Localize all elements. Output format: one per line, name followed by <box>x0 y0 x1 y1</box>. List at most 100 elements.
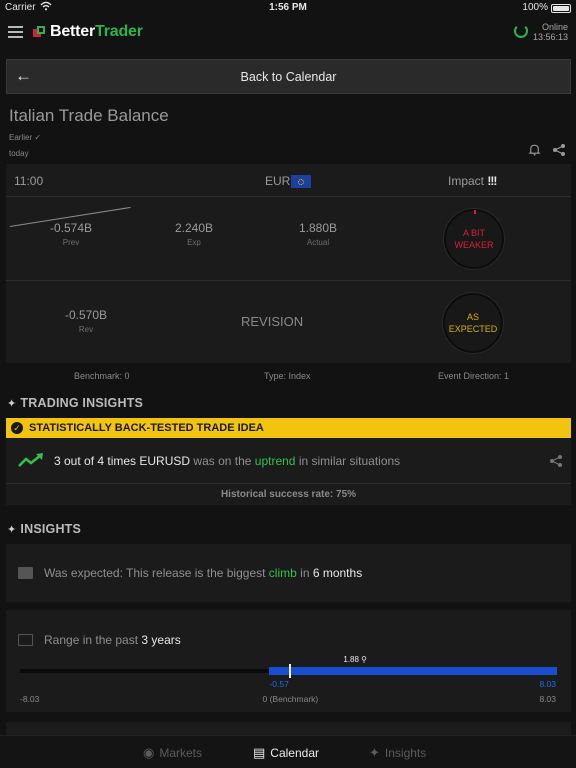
prev-cell: -0.574B Prev <box>21 221 121 247</box>
revision-label: REVISION <box>241 314 304 329</box>
battery-icon <box>551 4 571 13</box>
values-row: -0.574B Prev 2.240B Exp 1.880B Actual A … <box>6 198 571 281</box>
exp-cell: 2.240B Exp <box>144 221 244 247</box>
insight-card-expected[interactable]: Was expected: This release is the bigges… <box>6 544 571 602</box>
tab-calendar[interactable]: ▤ Calendar <box>253 745 319 761</box>
insight1-part-c: in <box>296 566 313 580</box>
exp-value: 2.240B <box>174 221 214 235</box>
insights-title: INSIGHTS <box>20 522 82 536</box>
event-data-panel: 11:00 EUR Impact !!! -0.574B Prev 2.240B… <box>6 164 571 363</box>
calendar-icon: ▤ <box>253 745 266 760</box>
direction-label: Event Direction: 1 <box>438 371 510 381</box>
brand-logo: BetterTrader <box>33 23 143 41</box>
logo-mark-icon <box>33 25 46 39</box>
revision-gauge: AS EXPECTED <box>443 293 503 353</box>
wand-icon: ✦ <box>369 745 380 760</box>
trade-idea-banner: ✓ STATISTICALLY BACK-TESTED TRADE IDEA <box>6 418 571 438</box>
online-time: 13:56:13 <box>532 32 568 42</box>
impact-indicator: Impact !!! <box>448 174 497 188</box>
wand-icon: ✦ <box>7 398 17 410</box>
brand-trader: Trader <box>95 23 143 40</box>
insight1-part-a: Was expected: This release is the bigges… <box>44 566 269 580</box>
actual-value: 1.880B <box>298 221 338 235</box>
app-header: BetterTrader Online 13:56:13 <box>0 16 576 50</box>
share-trade-icon[interactable] <box>549 454 563 468</box>
check-circle-icon: ✓ <box>11 422 23 434</box>
currency-label: EUR <box>265 174 291 188</box>
impact-label: Impact <box>448 174 485 188</box>
actual-gauge-text: A BIT WEAKER <box>454 228 494 250</box>
bell-icon[interactable] <box>528 143 541 156</box>
actual-gauge: A BIT WEAKER <box>444 209 504 269</box>
event-time: 11:00 <box>14 174 44 188</box>
insight1-part-b: climb <box>268 566 297 580</box>
bottom-tab-bar: ◉ Markets ▤ Calendar ✦ Insights <box>0 735 576 768</box>
trade-idea-card[interactable]: 3 out of 4 times EURUSD was on the uptre… <box>6 438 571 505</box>
globe-icon: ◉ <box>143 745 155 760</box>
eu-flag-icon <box>291 175 311 188</box>
gauge-tick <box>474 210 476 214</box>
range-current-label: 1.88 ⚲ <box>343 655 367 664</box>
wand-icon: ✦ <box>7 524 17 536</box>
trade-idea-text: 3 out of 4 times EURUSD was on the uptre… <box>54 454 400 468</box>
actual-cell: 1.880B Actual <box>268 221 368 247</box>
range-max-label: 8.03 <box>539 694 556 704</box>
trade-idea-part1: 3 out of 4 times EURUSD <box>54 454 191 468</box>
menu-icon[interactable] <box>8 26 23 38</box>
back-label: Back to Calendar <box>240 70 337 84</box>
status-bar: Carrier 1:56 PM 100% <box>0 0 576 16</box>
prev-label: Prev <box>62 238 80 247</box>
tab-markets-label: Markets <box>159 746 203 760</box>
tab-calendar-label: Calendar <box>270 746 319 760</box>
benchmark-label: Benchmark: 0 <box>74 371 130 381</box>
range-fill-end-label: 8.03 <box>539 679 556 689</box>
rev-value: -0.570B <box>64 308 108 322</box>
insight-expected-text: Was expected: This release is the bigges… <box>44 566 362 580</box>
trading-insights-title: TRADING INSIGHTS <box>20 396 144 410</box>
battery-percent: 100% <box>522 2 548 13</box>
page-title: Italian Trade Balance <box>9 106 169 125</box>
event-header-row: 11:00 EUR Impact !!! <box>6 164 571 197</box>
divider <box>6 483 571 484</box>
trade-idea-banner-text: STATISTICALLY BACK-TESTED TRADE IDEA <box>29 422 264 434</box>
online-status: Online 13:56:13 <box>533 22 568 42</box>
uptrend-icon <box>18 453 43 467</box>
success-rate: Historical success rate: 75% <box>220 489 357 500</box>
type-label: Type: Index <box>264 371 311 381</box>
insight1-part-d: 6 months <box>312 566 363 580</box>
rev-label: Rev <box>78 325 94 334</box>
range-fill <box>269 667 557 675</box>
clock: 1:56 PM <box>269 2 307 13</box>
rev-cell: -0.570B Rev <box>36 308 136 334</box>
online-label: Online <box>541 22 568 32</box>
share-icon[interactable] <box>552 143 566 157</box>
tab-markets[interactable]: ◉ Markets <box>143 745 202 761</box>
prev-value: -0.574B <box>49 221 93 235</box>
inbox-icon <box>18 567 33 579</box>
trading-insights-heading: ✦ TRADING INSIGHTS <box>7 396 143 410</box>
insights-heading: ✦ INSIGHTS <box>7 522 81 536</box>
range-min-label: -8.03 <box>20 694 40 704</box>
back-to-calendar-button[interactable]: ← Back to Calendar <box>6 59 571 94</box>
range-benchmark-label: 0 (Benchmark) <box>262 694 319 704</box>
trade-idea-part2: was on the <box>190 454 255 468</box>
trade-idea-part4: in similar situations <box>295 454 401 468</box>
tab-insights[interactable]: ✦ Insights <box>369 745 426 761</box>
earlier-label: Earlier ✓ <box>9 133 42 142</box>
inbox-outline-icon <box>18 634 33 646</box>
insight2-part-b: 3 years <box>141 633 181 647</box>
revision-gauge-text: AS EXPECTED <box>448 312 498 334</box>
actual-label: Actual <box>306 238 330 247</box>
sync-icon <box>514 24 528 38</box>
range-prev-label: -0.57 <box>269 679 289 689</box>
insight2-part-a: Range in the past <box>44 633 142 647</box>
tab-insights-label: Insights <box>384 746 427 760</box>
day-label: today <box>9 149 29 158</box>
insight-range-text: Range in the past 3 years <box>44 633 181 647</box>
impact-marks: !!! <box>487 174 497 188</box>
brand-better: Better <box>50 23 96 40</box>
range-prev-marker <box>289 664 292 678</box>
pin-icon: ⚲ <box>361 655 368 664</box>
range-current-value: 1.88 <box>343 655 359 664</box>
insight-card-range[interactable]: Range in the past 3 years 1.88 ⚲ -0.57 8… <box>6 610 571 712</box>
